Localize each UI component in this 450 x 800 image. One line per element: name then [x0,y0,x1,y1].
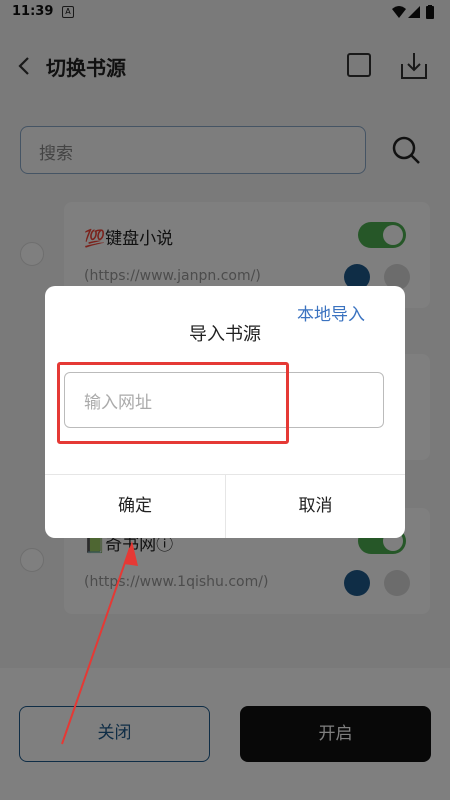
confirm-button[interactable]: 确定 [45,475,225,538]
local-import-button[interactable]: 本地导入 [297,300,365,325]
cancel-button[interactable]: 取消 [226,475,405,538]
import-source-dialog: 导入书源 输入网址 本地导入 确定 取消 [45,286,405,538]
annotation-highlight-box [57,362,289,444]
